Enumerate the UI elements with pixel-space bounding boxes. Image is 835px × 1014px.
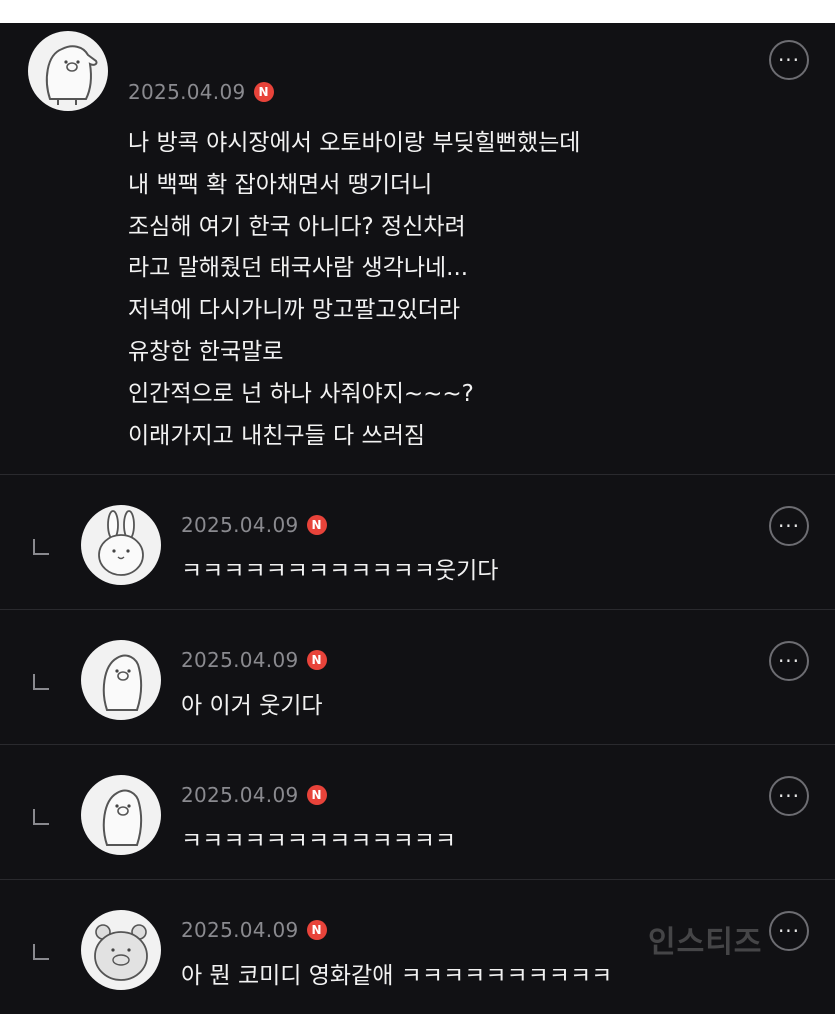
reply-item: 2025.04.09 N ㅋㅋㅋㅋㅋㅋㅋㅋㅋㅋㅋㅋㅋ ··· [0,745,835,880]
more-options-button[interactable]: ··· [769,911,809,951]
more-options-button[interactable]: ··· [769,776,809,816]
comment-date: 2025.04.09 [181,648,299,672]
comment-meta: 2025.04.09 N [181,648,327,672]
reply-body: ㅋㅋㅋㅋㅋㅋㅋㅋㅋㅋㅋㅋ웃기다 [181,558,499,584]
more-options-button[interactable]: ··· [769,40,809,80]
reply-arrow-icon [33,674,49,690]
comment-meta: 2025.04.09 N [181,783,327,807]
watermark: 인스티즈 [648,926,763,959]
avatar[interactable] [81,505,161,585]
penguin-icon [45,45,98,105]
comment-body: 나 방콕 야시장에서 오토바이랑 부딪힐뻔했는데 내 백팩 확 잡아채면서 땡기… [128,123,580,457]
comment-meta: 2025.04.09 N [181,513,327,537]
reply-item: 2025.04.09 N 아 이거 웃기다 ··· [0,610,835,745]
comment-line: 저녁에 다시가니까 망고팔고있더라 [128,297,461,324]
comment-date: 2025.04.09 [181,783,299,807]
comment-line: 라고 말해줬던 태국사람 생각나네... [128,255,469,282]
bear-icon [94,924,148,981]
reply-arrow-icon [33,809,49,825]
more-options-button[interactable]: ··· [769,641,809,681]
new-badge: N [306,650,327,670]
comment-date: 2025.04.09 [128,80,246,104]
avatar[interactable] [81,775,161,855]
penguin-icon [102,789,143,846]
comment-meta: 2025.04.09 N [181,918,327,942]
comment-date: 2025.04.09 [181,513,299,537]
reply-body: 아 이거 웃기다 [181,693,323,719]
comment-line: 유창한 한국말로 [128,338,284,365]
reply-arrow-icon [33,539,49,555]
avatar[interactable] [28,31,108,111]
new-badge: N [306,515,327,535]
comment-line: 조심해 여기 한국 아니다? 정신차려 [128,213,466,240]
comment-line: 내 백팩 확 잡아채면서 땡기더니 [128,171,433,198]
reply-body: ㅋㅋㅋㅋㅋㅋㅋㅋㅋㅋㅋㅋㅋ [181,828,457,854]
comment-line: 이래가지고 내친구들 다 쓰러짐 [128,422,426,449]
new-badge: N [306,920,327,940]
new-badge: N [306,785,327,805]
comment-line: 나 방콕 야시장에서 오토바이랑 부딪힐뻔했는데 [128,130,581,156]
rabbit-icon [98,510,144,576]
comment-line: 인간적으로 넌 하나 사줘야지~~~? [128,380,474,407]
new-badge: N [253,82,274,102]
more-options-button[interactable]: ··· [769,506,809,546]
comment-date: 2025.04.09 [181,918,299,942]
penguin-icon [102,654,143,711]
reply-item: 2025.04.09 N ㅋㅋㅋㅋㅋㅋㅋㅋㅋㅋㅋㅋ웃기다 ··· [0,475,835,610]
comment-meta: 2025.04.09 N [128,80,274,104]
avatar[interactable] [81,640,161,720]
reply-arrow-icon [33,944,49,960]
comment-item: 2025.04.09 N 나 방콕 야시장에서 오토바이랑 부딪힐뻔했는데 내 … [0,23,835,475]
comment-thread: 2025.04.09 N 나 방콕 야시장에서 오토바이랑 부딪힐뻔했는데 내 … [0,23,835,1014]
reply-body: 아 뭔 코미디 영화같애 ㅋㅋㅋㅋㅋㅋㅋㅋㅋㅋ [181,963,613,989]
avatar[interactable] [81,910,161,990]
